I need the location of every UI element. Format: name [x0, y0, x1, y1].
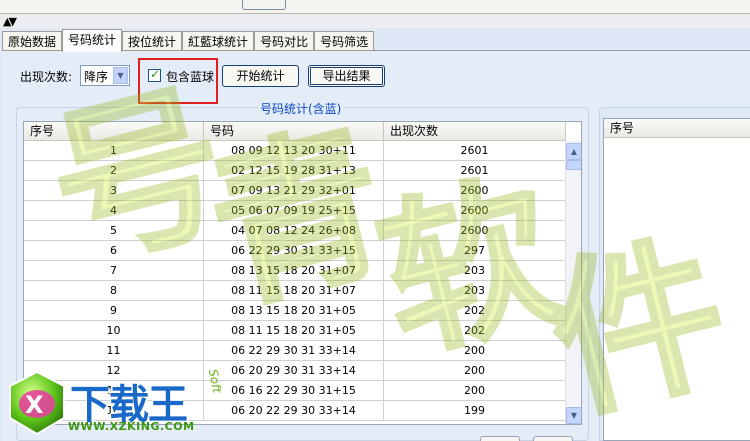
- row-number-cell: 08 09 12 13 20 30+11: [204, 141, 384, 161]
- row-count-cell: 200: [384, 361, 566, 381]
- table-row[interactable]: 3 07 09 13 21 29 32+01 2600: [24, 181, 566, 201]
- row-number-cell: 02 12 15 19 28 31+13: [204, 161, 384, 181]
- table-row[interactable]: 7 08 13 15 18 20 31+07 203: [24, 261, 566, 281]
- row-number-cell: 04 07 08 12 24 26+08: [204, 221, 384, 241]
- top-button[interactable]: [242, 0, 286, 10]
- logo-emblem-icon: X: [9, 370, 65, 436]
- row-number-cell: 07 09 13 21 29 32+01: [204, 181, 384, 201]
- include-blue-label[interactable]: 包含蓝球: [166, 68, 214, 85]
- row-index-cell: 7: [24, 261, 204, 281]
- row-number-cell: 05 06 07 09 19 25+15: [204, 201, 384, 221]
- right-grid-header: 序号: [604, 119, 750, 138]
- table-row[interactable]: 4 05 06 07 09 19 25+15 2600: [24, 201, 566, 221]
- start-stats-button[interactable]: 开始统计: [222, 65, 299, 87]
- bottom-button-stub[interactable]: [533, 436, 573, 441]
- tab-position-stats[interactable]: 按位统计: [122, 31, 183, 52]
- row-number-cell: 08 11 15 18 20 31+05: [204, 321, 384, 341]
- row-number-cell: 06 20 22 29 30 33+14: [204, 401, 384, 421]
- right-grid[interactable]: 序号: [603, 118, 750, 441]
- scroll-thumb[interactable]: [566, 160, 581, 170]
- row-index-cell: 2: [24, 161, 204, 181]
- grid-header: 序号 号码 出现次数: [24, 122, 566, 141]
- row-count-cell: 202: [384, 301, 566, 321]
- table-row[interactable]: 10 08 11 15 18 20 31+05 202: [24, 321, 566, 341]
- table-row[interactable]: 11 06 22 29 30 31 33+14 200: [24, 341, 566, 361]
- tab-raw-data[interactable]: 原始数据: [2, 31, 63, 52]
- table-row[interactable]: 9 08 13 15 18 20 31+05 202: [24, 301, 566, 321]
- row-number-cell: 08 13 15 18 20 31+07: [204, 261, 384, 281]
- scroll-down-icon[interactable]: ▼: [566, 407, 581, 424]
- row-index-cell: 6: [24, 241, 204, 261]
- row-index-cell: 5: [24, 221, 204, 241]
- col-header-index[interactable]: 序号: [24, 122, 204, 141]
- row-index-cell: 9: [24, 301, 204, 321]
- chevron-down-icon[interactable]: ▼: [113, 67, 128, 84]
- row-number-cell: 08 11 15 18 20 31+07: [204, 281, 384, 301]
- scroll-up-icon[interactable]: ▲: [566, 143, 581, 160]
- row-number-cell: 06 22 29 30 31 33+14: [204, 341, 384, 361]
- highlight-box: ✓ 包含蓝球: [138, 58, 218, 104]
- col-header-number[interactable]: 号码: [204, 122, 384, 141]
- table-row[interactable]: 5 04 07 08 12 24 26+08 2600: [24, 221, 566, 241]
- row-count-cell: 199: [384, 401, 566, 421]
- top-strip: [0, 0, 750, 14]
- row-count-cell: 200: [384, 341, 566, 361]
- site-logo: X 下载王 WWW.XZKING.COM Soft: [0, 368, 224, 441]
- export-results-button[interactable]: 导出结果: [308, 65, 385, 87]
- row-index-cell: 8: [24, 281, 204, 301]
- row-number-cell: 06 16 22 29 30 31+15: [204, 381, 384, 401]
- row-number-cell: 06 20 29 30 31 33+14: [204, 361, 384, 381]
- vertical-scrollbar[interactable]: ▲ ▼: [565, 141, 581, 424]
- row-count-cell: 2601: [384, 141, 566, 161]
- sort-order-select[interactable]: 降序 ▼: [80, 65, 130, 86]
- row-index-cell: 11: [24, 341, 204, 361]
- row-count-cell: 2600: [384, 221, 566, 241]
- row-count-cell: 2600: [384, 201, 566, 221]
- logo-url: WWW.XZKING.COM: [68, 420, 195, 433]
- row-count-cell: 2601: [384, 161, 566, 181]
- collapse-arrows-icon[interactable]: ▲▼: [3, 15, 17, 28]
- count-label: 出现次数:: [20, 70, 73, 84]
- bottom-button-stub[interactable]: [480, 436, 520, 441]
- table-row[interactable]: 8 08 11 15 18 20 31+07 203: [24, 281, 566, 301]
- svg-text:X: X: [25, 391, 44, 419]
- col-header-count[interactable]: 出现次数: [384, 122, 566, 141]
- row-index-cell: 1: [24, 141, 204, 161]
- right-col-header-index[interactable]: 序号: [604, 119, 750, 138]
- tab-red-blue-stats[interactable]: 紅藍球统计: [182, 31, 255, 52]
- tab-number-compare[interactable]: 号码对比: [254, 31, 315, 52]
- include-blue-checkbox[interactable]: ✓: [148, 67, 161, 82]
- row-count-cell: 202: [384, 321, 566, 341]
- row-count-cell: 200: [384, 381, 566, 401]
- collapse-bar[interactable]: ▲▼: [0, 14, 750, 28]
- tab-number-stats[interactable]: 号码统计: [62, 29, 123, 52]
- table-row[interactable]: 1 08 09 12 13 20 30+11 2601: [24, 141, 566, 161]
- table-row[interactable]: 2 02 12 15 19 28 31+13 2601: [24, 161, 566, 181]
- group-title: 号码统计(含蓝): [258, 100, 344, 117]
- table-row[interactable]: 6 06 22 29 30 31 33+15 297: [24, 241, 566, 261]
- row-index-cell: 3: [24, 181, 204, 201]
- row-count-cell: 203: [384, 281, 566, 301]
- tab-number-filter[interactable]: 号码筛选: [314, 31, 375, 52]
- row-count-cell: 297: [384, 241, 566, 261]
- row-count-cell: 2600: [384, 181, 566, 201]
- row-index-cell: 10: [24, 321, 204, 341]
- row-index-cell: 4: [24, 201, 204, 221]
- row-count-cell: 203: [384, 261, 566, 281]
- check-icon: ✓: [150, 67, 161, 81]
- tab-strip: 原始数据 号码统计 按位统计 紅藍球统计 号码对比 号码筛选: [2, 29, 375, 52]
- row-number-cell: 08 13 15 18 20 31+05: [204, 301, 384, 321]
- sort-order-value: 降序: [84, 70, 109, 84]
- row-number-cell: 06 22 29 30 31 33+15: [204, 241, 384, 261]
